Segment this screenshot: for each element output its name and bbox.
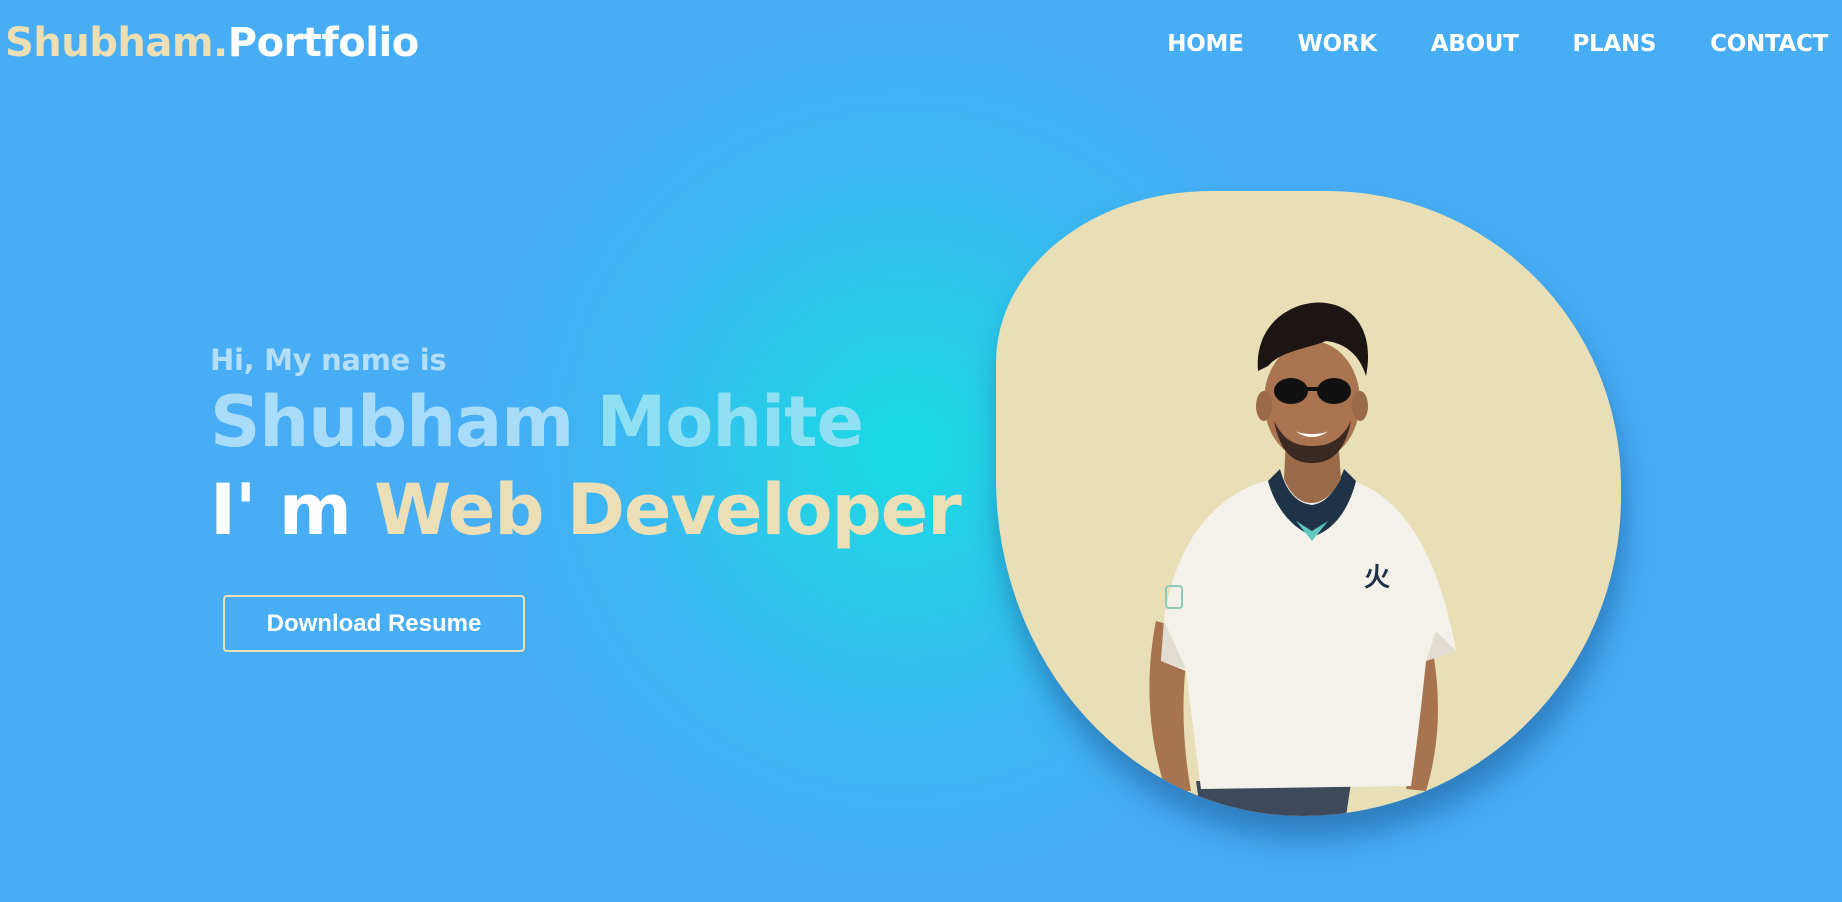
nav-plans-link[interactable]: PLANS [1573,28,1657,60]
hero-role: I' m Web Developer [210,468,962,552]
logo-first-part: Shubham. [5,20,228,66]
site-logo[interactable]: Shubham.Portfolio [5,18,419,68]
hero-name: Shubham Mohite [210,380,961,464]
logo-second-part: Portfolio [227,20,419,66]
hero-last-name: Mohite [596,381,865,463]
profile-photo-frame: 火 [996,191,1621,816]
nav-home-link[interactable]: HOME [1167,28,1244,60]
nav-about-link[interactable]: ABOUT [1431,28,1519,60]
hero-greeting: Hi, My name is [210,343,447,377]
nav-contact-link[interactable]: CONTACT [1710,28,1828,60]
main-nav: HOME WORK ABOUT PLANS CONTACT [1113,28,1828,60]
hero-role-title: Web Developer [374,469,962,551]
svg-text:火: 火 [1364,563,1390,593]
download-resume-button[interactable]: Download Resume [223,595,525,652]
profile-photo: 火 [1149,302,1456,816]
hero-first-name: Shubham [210,381,574,463]
hero-intro: Hi, My name is Shubham Mohite I' m Web D… [210,340,962,552]
hero-role-prefix: I' m [210,469,352,551]
nav-work-link[interactable]: WORK [1297,28,1377,60]
